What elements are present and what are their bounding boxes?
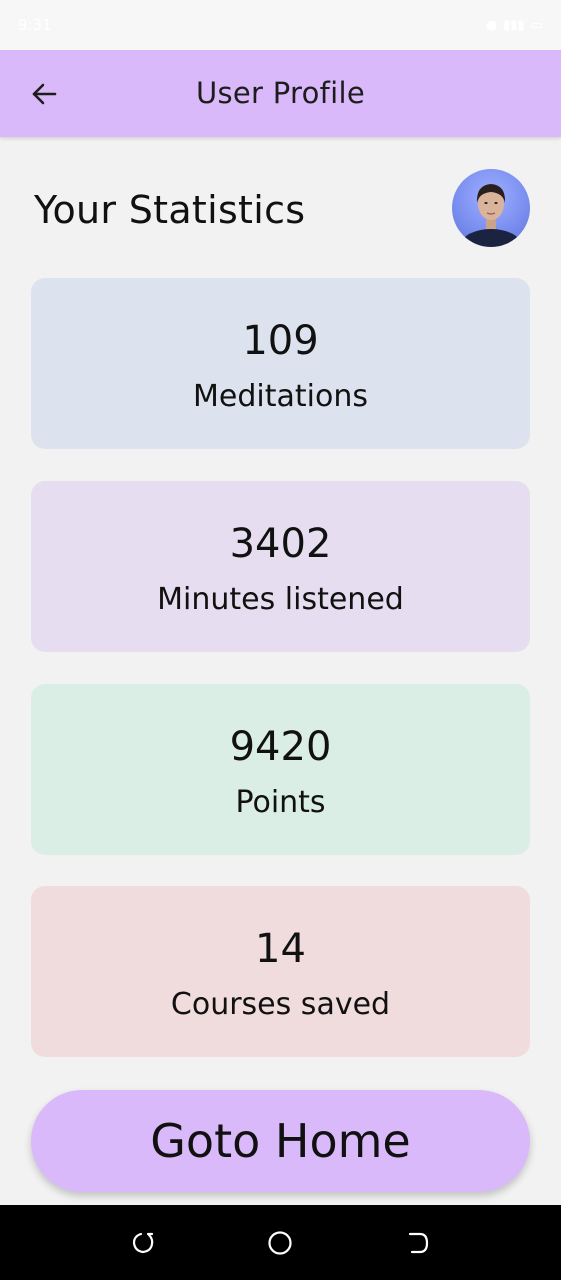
stat-card-points: 9420 Points: [31, 684, 530, 855]
recent-apps-icon[interactable]: [129, 1229, 157, 1257]
system-nav-bar: [0, 1205, 561, 1280]
signal-icon: ▮▮▮: [503, 17, 525, 33]
page-title: User Profile: [195, 76, 366, 110]
alarm-icon: ●: [485, 17, 498, 33]
stat-card-minutes-listened: 3402 Minutes listened: [31, 481, 530, 652]
stat-card-courses-saved: 14 Courses saved: [31, 886, 530, 1057]
status-icons: ● ▮▮▮ ▭: [486, 18, 543, 33]
battery-icon: ▭: [530, 17, 543, 33]
stat-value: 14: [255, 926, 306, 972]
stat-label: Courses saved: [170, 987, 391, 1022]
status-bar: 9:31 ● ▮▮▮ ▭: [0, 0, 561, 50]
goto-home-button[interactable]: Goto Home: [31, 1090, 530, 1192]
home-circle-icon[interactable]: [266, 1229, 294, 1257]
stat-value: 3402: [229, 521, 332, 567]
avatar[interactable]: [452, 169, 530, 247]
stat-card-meditations: 109 Meditations: [31, 278, 530, 449]
stat-value: 9420: [229, 724, 332, 770]
stat-label: Meditations: [193, 379, 368, 414]
statistics-heading: Your Statistics: [34, 188, 306, 232]
stat-value: 109: [242, 318, 319, 364]
stat-label: Minutes listened: [157, 582, 404, 617]
back-icon[interactable]: [404, 1229, 432, 1257]
user-photo-icon: [461, 184, 521, 247]
app-bar: User Profile: [0, 50, 561, 137]
status-time: 9:31: [18, 16, 52, 34]
stat-label: Points: [235, 785, 326, 820]
